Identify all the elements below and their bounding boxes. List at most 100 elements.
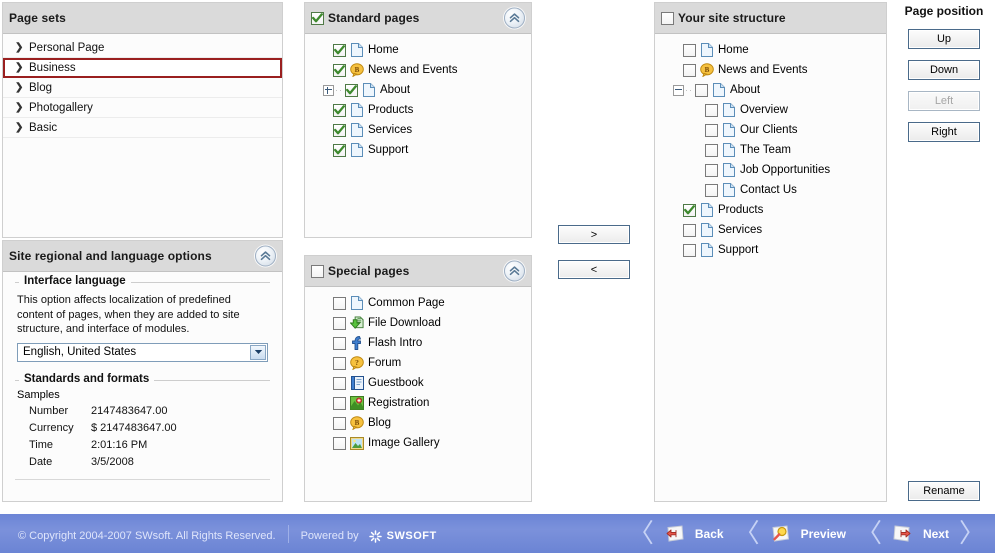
node-checkbox[interactable] [333, 336, 346, 350]
collapse-node-icon[interactable]: ·· [673, 84, 695, 96]
copyright-text: © Copyright 2004-2007 SWsoft. All Rights… [18, 530, 276, 542]
move-left-label: Left [934, 95, 954, 107]
node-checkbox[interactable] [705, 183, 718, 197]
node-checkbox[interactable] [333, 436, 346, 450]
node-checkbox[interactable] [683, 203, 696, 217]
page-set-item-basic[interactable]: ❯ Basic [3, 118, 282, 138]
node-checkbox[interactable] [705, 123, 718, 137]
add-to-structure-button[interactable]: > [558, 225, 630, 244]
next-button[interactable]: Next [886, 524, 955, 544]
regional-title: Site regional and language options [9, 249, 212, 263]
tree-node[interactable]: Support [305, 140, 531, 160]
tree-node[interactable]: B Blog [305, 413, 531, 433]
node-checkbox[interactable] [683, 43, 696, 57]
chevron-right-icon: ❯ [15, 81, 24, 93]
page-set-item-personal-page[interactable]: ❯ Personal Page [3, 38, 282, 58]
blog-icon: B [350, 416, 364, 431]
node-checkbox[interactable] [333, 43, 346, 57]
regional-header: Site regional and language options [3, 241, 282, 272]
node-checkbox[interactable] [333, 376, 346, 390]
node-label: Our Clients [740, 124, 798, 136]
tree-node[interactable]: Overview [655, 100, 886, 120]
node-checkbox[interactable] [705, 143, 718, 157]
standard-pages-checkbox[interactable] [311, 11, 324, 25]
node-checkbox[interactable] [333, 416, 346, 430]
move-right-button[interactable]: Right [908, 122, 980, 142]
tree-line: ·· [685, 85, 693, 95]
tree-node[interactable]: Products [655, 200, 886, 220]
node-checkbox[interactable] [333, 63, 346, 77]
sample-row: Date 3/5/2008 [19, 454, 268, 471]
node-checkbox[interactable] [683, 243, 696, 257]
standard-pages-panel: Standard pages Home B News and Events ·· Abo… [304, 2, 532, 238]
expand-icon[interactable]: ·· [323, 84, 345, 96]
node-checkbox[interactable] [683, 63, 696, 77]
tree-node[interactable]: Image Gallery [305, 433, 531, 453]
swsoft-logo-icon [368, 529, 382, 543]
node-checkbox[interactable] [345, 83, 358, 97]
tree-node[interactable]: ? Forum [305, 353, 531, 373]
back-label: Back [694, 526, 724, 541]
tree-node[interactable]: Products [305, 100, 531, 120]
node-checkbox[interactable] [333, 143, 346, 157]
node-checkbox[interactable] [695, 83, 708, 97]
node-label: Registration [368, 397, 430, 409]
tree-node[interactable]: Support [655, 240, 886, 260]
tree-node[interactable]: Registration [305, 393, 531, 413]
expander-box[interactable] [323, 84, 334, 96]
tree-node[interactable]: ·· About [655, 80, 886, 100]
tree-node[interactable]: The Team [655, 140, 886, 160]
node-label: Support [718, 244, 759, 256]
back-button[interactable]: Back [658, 524, 730, 544]
page-icon [722, 143, 736, 158]
preview-button[interactable]: Preview [764, 524, 852, 544]
rename-button[interactable]: Rename [908, 481, 980, 501]
node-label: News and Events [368, 64, 458, 76]
node-checkbox[interactable] [333, 296, 346, 310]
tree-node[interactable]: File Download [305, 313, 531, 333]
node-checkbox[interactable] [683, 223, 696, 237]
tree-node[interactable]: Home [655, 40, 886, 60]
footer-navigation: 〈 Back 〈 Preview 〈 Next 〉 [624, 514, 989, 553]
node-checkbox[interactable] [333, 396, 346, 410]
collapse-icon[interactable] [255, 245, 276, 267]
tree-node[interactable]: Common Page [305, 293, 531, 313]
move-down-button[interactable]: Down [908, 60, 980, 80]
tree-node[interactable]: Job Opportunities [655, 160, 886, 180]
chevron-right-icon: ❯ [15, 62, 24, 73]
expander-box[interactable] [673, 84, 684, 96]
tree-node[interactable]: Guestbook [305, 373, 531, 393]
interface-language-select[interactable]: English, United States [17, 342, 268, 362]
tree-node[interactable]: Services [655, 220, 886, 240]
collapse-icon[interactable] [504, 7, 525, 29]
node-checkbox[interactable] [333, 103, 346, 117]
special-pages-checkbox[interactable] [311, 264, 324, 278]
node-checkbox[interactable] [705, 163, 718, 177]
remove-from-structure-button[interactable]: < [558, 260, 630, 279]
tree-node[interactable]: B News and Events [655, 60, 886, 80]
page-set-item-business[interactable]: ❯ Business [3, 58, 282, 78]
sample-row: Number 2147483647.00 [19, 403, 268, 420]
site-structure-checkbox[interactable] [661, 11, 674, 25]
tree-node[interactable]: Home [305, 40, 531, 60]
gallery-icon [350, 436, 364, 451]
node-label: Products [368, 104, 414, 116]
chevron-down-icon[interactable] [250, 344, 266, 360]
collapse-icon[interactable] [504, 260, 525, 282]
node-checkbox[interactable] [333, 356, 346, 370]
node-checkbox[interactable] [333, 316, 346, 330]
move-up-button[interactable]: Up [908, 29, 980, 49]
node-label: Support [368, 144, 409, 156]
tree-node[interactable]: Contact Us [655, 180, 886, 200]
tree-node[interactable]: Flash Intro [305, 333, 531, 353]
tree-node[interactable]: Services [305, 120, 531, 140]
regional-body: Interface language This option affects l… [3, 272, 282, 501]
page-set-item-photogallery[interactable]: ❯ Photogallery [3, 98, 282, 118]
node-checkbox[interactable] [333, 123, 346, 137]
node-checkbox[interactable] [705, 103, 718, 117]
tree-node[interactable]: ·· About [305, 80, 531, 100]
tree-node[interactable]: Our Clients [655, 120, 886, 140]
standard-pages-title: Standard pages [328, 11, 420, 25]
tree-node[interactable]: B News and Events [305, 60, 531, 80]
page-set-item-blog[interactable]: ❯ Blog [3, 78, 282, 98]
